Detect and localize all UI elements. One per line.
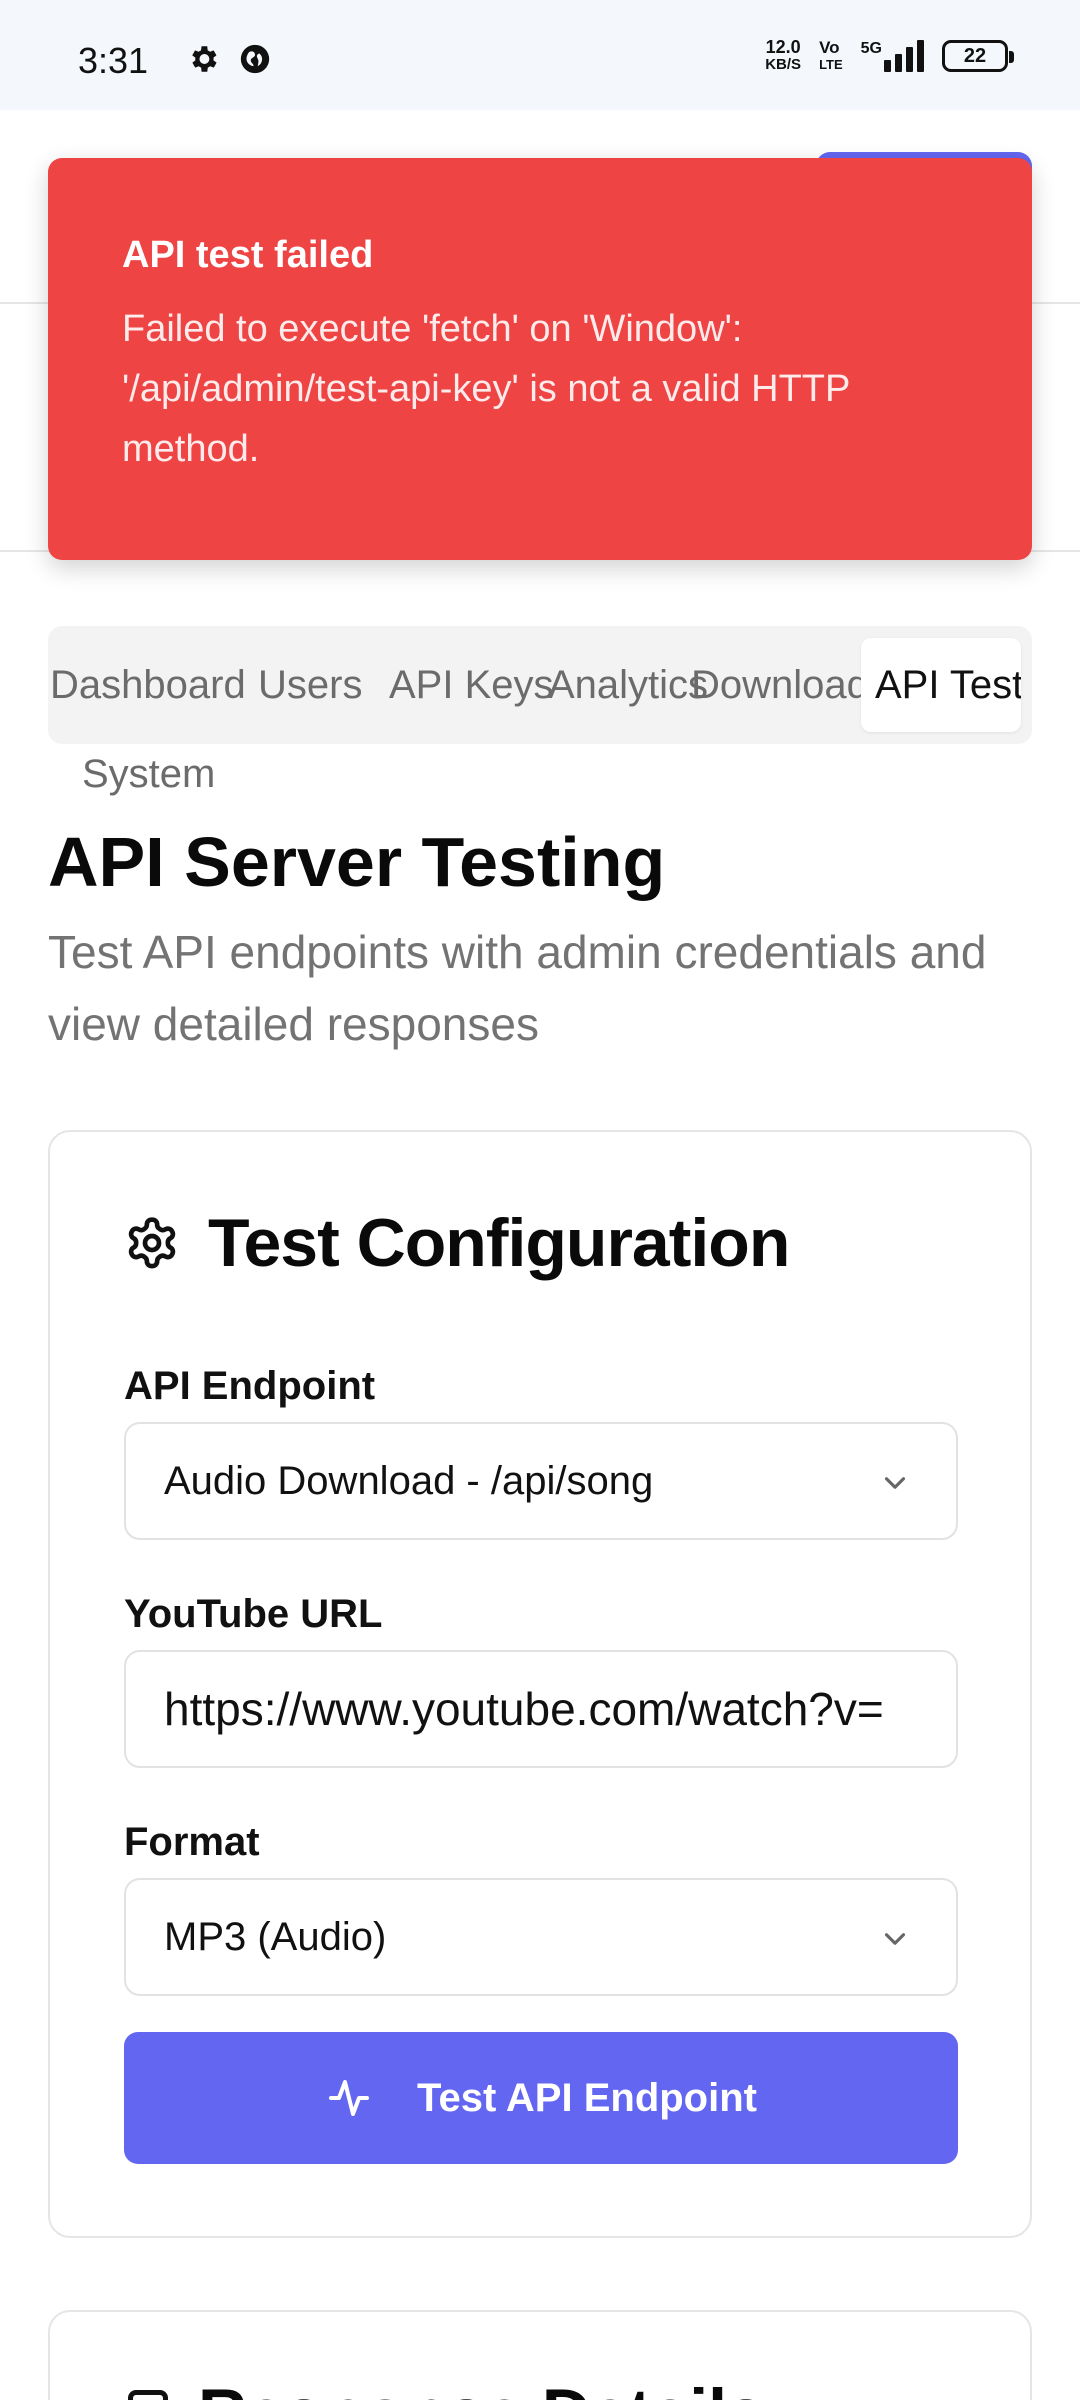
battery-icon: 22 (942, 40, 1014, 72)
net-speed: 12.0 KB/S (765, 37, 802, 73)
toast-title: API test failed (122, 234, 374, 276)
response-details-card: Response Details (48, 2310, 1032, 2400)
tab-api-test[interactable]: API Test (861, 638, 1021, 732)
status-bar: 3:31 12.0 KB/S Vo LTE 5G 22 (0, 0, 1080, 110)
tab-system[interactable]: System (82, 752, 215, 797)
status-time: 3:31 (78, 40, 149, 81)
tab-analytics[interactable]: Analytics (548, 638, 714, 732)
youtube-url-value: https://www.youtube.com/watch?v= (164, 1683, 884, 1735)
chevron-down-icon (884, 1477, 906, 1489)
endpoint-select[interactable]: Audio Download - /api/song (124, 1422, 958, 1540)
settings-icon (192, 46, 217, 72)
page-subtitle: Test API endpoints with admin credential… (48, 926, 987, 1050)
test-api-endpoint-button[interactable]: Test API Endpoint (124, 2032, 958, 2164)
signal-icon: 5G (861, 40, 924, 72)
error-toast[interactable]: API test failed Failed to execute 'fetch… (48, 158, 1032, 560)
vpn-globe-icon (240, 44, 270, 74)
tab-bar: Dashboard Users API Keys Analytics Downl… (48, 626, 1032, 744)
youtube-url-input[interactable]: https://www.youtube.com/watch?v= (124, 1650, 958, 1768)
endpoint-label: API Endpoint (124, 1364, 376, 1408)
toast-message: Failed to execute 'fetch' on 'Window': '… (122, 308, 850, 470)
card-title: Test Configuration (208, 1205, 790, 1281)
button-label: Test API Endpoint (417, 2075, 757, 2120)
tab-api-keys[interactable]: API Keys (389, 638, 555, 732)
tab-downloads[interactable]: Downloads (691, 638, 869, 732)
format-select[interactable]: MP3 (Audio) (124, 1878, 958, 1996)
response-icon (128, 2390, 168, 2400)
youtube-url-label: YouTube URL (124, 1592, 383, 1636)
chevron-down-icon (884, 1933, 906, 1945)
test-configuration-card: Test Configuration API Endpoint Audio Do… (48, 1130, 1032, 2238)
endpoint-value: Audio Download - /api/song (164, 1458, 654, 1503)
tab-dashboard[interactable]: Dashboard (50, 638, 256, 732)
format-value: MP3 (Audio) (164, 1914, 387, 1959)
volte-indicator: Vo LTE (819, 38, 843, 72)
settings-icon (128, 1217, 176, 1269)
format-label: Format (124, 1820, 260, 1864)
page-title: API Server Testing (48, 823, 666, 901)
card-title: Response Details (198, 2374, 765, 2400)
activity-icon (329, 2080, 369, 2116)
